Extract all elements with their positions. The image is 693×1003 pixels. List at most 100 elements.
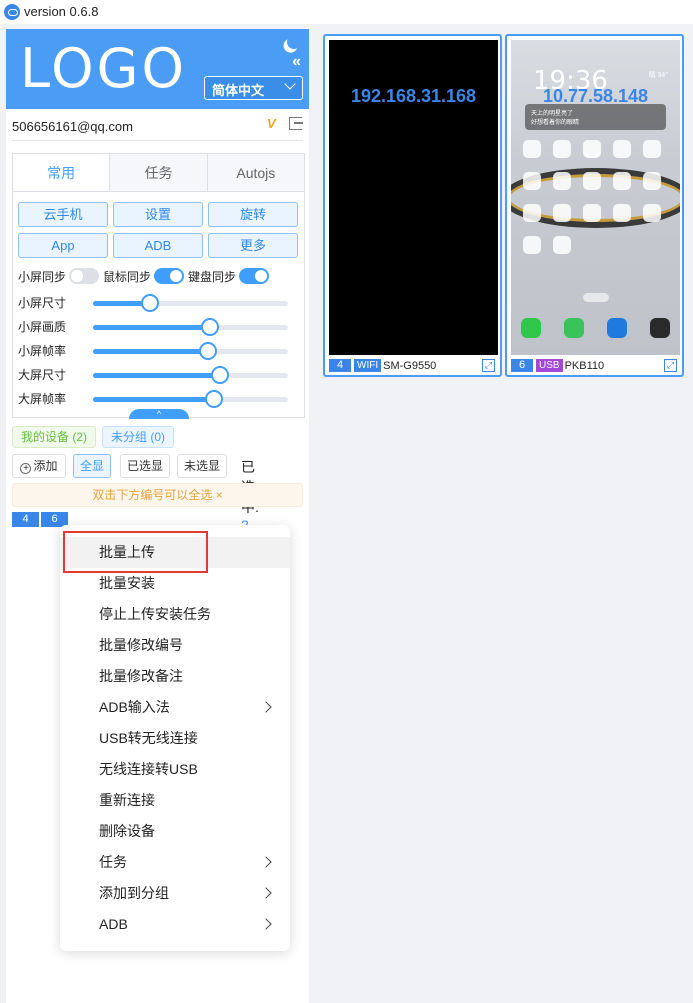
app-icon-grid [523,140,668,254]
tab-tasks[interactable]: 任务 [110,154,208,191]
language-select[interactable]: 简体中文 [204,76,303,100]
keyboard-sync-toggle[interactable] [239,268,270,284]
connection-badge: WIFI [354,359,382,372]
menu-item-label: 批量修改编号 [99,637,183,653]
show-all-button[interactable]: 全显 [73,454,111,478]
slider-track[interactable] [93,294,288,312]
small-screen-sync-toggle[interactable] [69,268,100,284]
menu-item-add-to-group[interactable]: 添加到分组 [60,878,290,909]
device-card[interactable]: 192.168.31.168 4 WIFI SM-G9550 ⤢ [323,34,502,377]
fullscreen-icon[interactable]: ⤢ [482,359,495,372]
app-icon [523,204,541,222]
slider-thumb[interactable] [199,342,218,360]
slider-label: 小屏尺寸 [18,296,67,310]
cloud-phone-button[interactable]: 云手机 [18,202,108,227]
chevron-right-icon [260,918,272,930]
header: LOGO « 简体中文 [6,29,309,109]
device-info-bar: 6 USB PKB110 ⤢ [511,357,680,374]
show-selected-button[interactable]: 已选显 [120,454,170,478]
menu-item-reconnect[interactable]: 重新连接 [60,785,290,816]
sync-keyboard: 键盘同步 [188,268,270,285]
device-screen[interactable]: 19:36 晴 34° 天上的明星亮了 好想看着你的眼睛 10.77.58.14… [511,40,680,355]
menu-item-label: 停止上传安装任务 [99,606,211,622]
menu-item-stop-upload-install[interactable]: 停止上传安装任务 [60,599,290,630]
mouse-sync-toggle[interactable] [154,268,185,284]
device-screen[interactable]: 192.168.31.168 [329,40,498,355]
title-bar: version 0.6.8 [0,0,693,24]
device-card[interactable]: 19:36 晴 34° 天上的明星亮了 好想看着你的眼睛 10.77.58.14… [505,34,684,377]
more-button[interactable]: 更多 [208,233,298,258]
app-button[interactable]: App [18,233,108,258]
sync-small-screen: 小屏同步 [18,268,100,285]
device-number: 6 [511,359,533,372]
app-icon [613,140,631,158]
plus-icon: + [20,463,32,474]
app-icon [613,172,631,190]
slider-label: 大屏帧率 [18,392,67,406]
app-icon [583,172,601,190]
sync-label: 小屏同步 [18,269,67,284]
slider-large-fps: 大屏帧率 [18,388,303,408]
app-icon [523,236,541,254]
messages-icon [564,318,584,338]
menu-item-wifi-to-usb[interactable]: 无线连接转USB [60,754,290,785]
menu-item-adb[interactable]: ADB [60,909,290,940]
menu-item-adb-ime[interactable]: ADB输入法 [60,692,290,723]
chevron-right-icon [260,887,272,899]
add-button[interactable]: + 添加 [12,454,66,478]
slider-track[interactable] [93,366,288,384]
adb-button[interactable]: ADB [113,233,203,258]
device-model: SM-G9550 [383,359,437,372]
note-line: 天上的明星亮了 [531,111,574,117]
app-icon [553,204,571,222]
sync-row: 小屏同步 鼠标同步 键盘同步 [18,266,303,286]
connection-badge: USB [536,359,563,372]
device-info-bar: 4 WIFI SM-G9550 ⤢ [329,357,498,374]
sync-label: 鼠标同步 [103,269,152,284]
rotate-button[interactable]: 旋转 [208,202,298,227]
app-icon [4,4,20,20]
menu-item-label: ADB [99,916,128,932]
menu-item-label: USB转无线连接 [99,730,198,746]
slider-track[interactable] [93,390,288,408]
device-number: 4 [329,359,351,372]
language-value: 简体中文 [212,83,265,98]
phone-note-widget: 天上的明星亮了 好想看着你的眼睛 [525,104,666,130]
collapse-icon[interactable]: « [292,53,301,71]
slider-label: 小屏帧率 [18,344,67,358]
slider-small-size: 小屏尺寸 [18,292,303,312]
device-number-tag[interactable]: 4 [12,512,39,527]
device-ip: 10.77.58.148 [542,86,649,106]
context-menu: 批量上传 批量安装 停止上传安装任务 批量修改编号 批量修改备注 ADB输入法 … [60,525,290,951]
slider-track[interactable] [93,318,288,336]
menu-item-batch-edit-note[interactable]: 批量修改备注 [60,661,290,692]
fullscreen-icon[interactable]: ⤢ [664,359,677,372]
app-icon [643,140,661,158]
slider-thumb[interactable] [204,390,223,408]
menu-item-usb-to-wifi[interactable]: USB转无线连接 [60,723,290,754]
expand-toggle[interactable]: ^ [129,409,189,419]
menu-item-batch-rename-number[interactable]: 批量修改编号 [60,630,290,661]
menu-item-task[interactable]: 任务 [60,847,290,878]
tab-common[interactable]: 常用 [13,154,111,191]
slider-thumb[interactable] [210,366,229,384]
show-unselected-button[interactable]: 未选显 [177,454,227,478]
slider-thumb[interactable] [140,294,159,312]
slider-track[interactable] [93,342,288,360]
tab-autojs[interactable]: Autojs [208,154,304,191]
dark-mode-icon[interactable] [286,34,302,50]
vip-icon[interactable]: V [267,116,283,132]
group-ungrouped[interactable]: 未分组 (0) [102,426,175,448]
window-title: version 0.6.8 [24,4,99,19]
menu-item-delete-device[interactable]: 删除设备 [60,816,290,847]
group-my-devices[interactable]: 我的设备 (2) [12,426,97,448]
device-number-tags: 4 6 [12,512,70,527]
sync-mouse: 鼠标同步 [103,268,185,285]
settings-button[interactable]: 设置 [113,202,203,227]
browser-icon [607,318,627,338]
slider-thumb[interactable] [201,318,219,336]
app-icon [523,172,541,190]
logout-icon[interactable] [289,117,303,130]
menu-item-label: 添加到分组 [99,885,169,901]
select-all-notice[interactable]: 双击下方编号可以全选 × [12,483,303,507]
